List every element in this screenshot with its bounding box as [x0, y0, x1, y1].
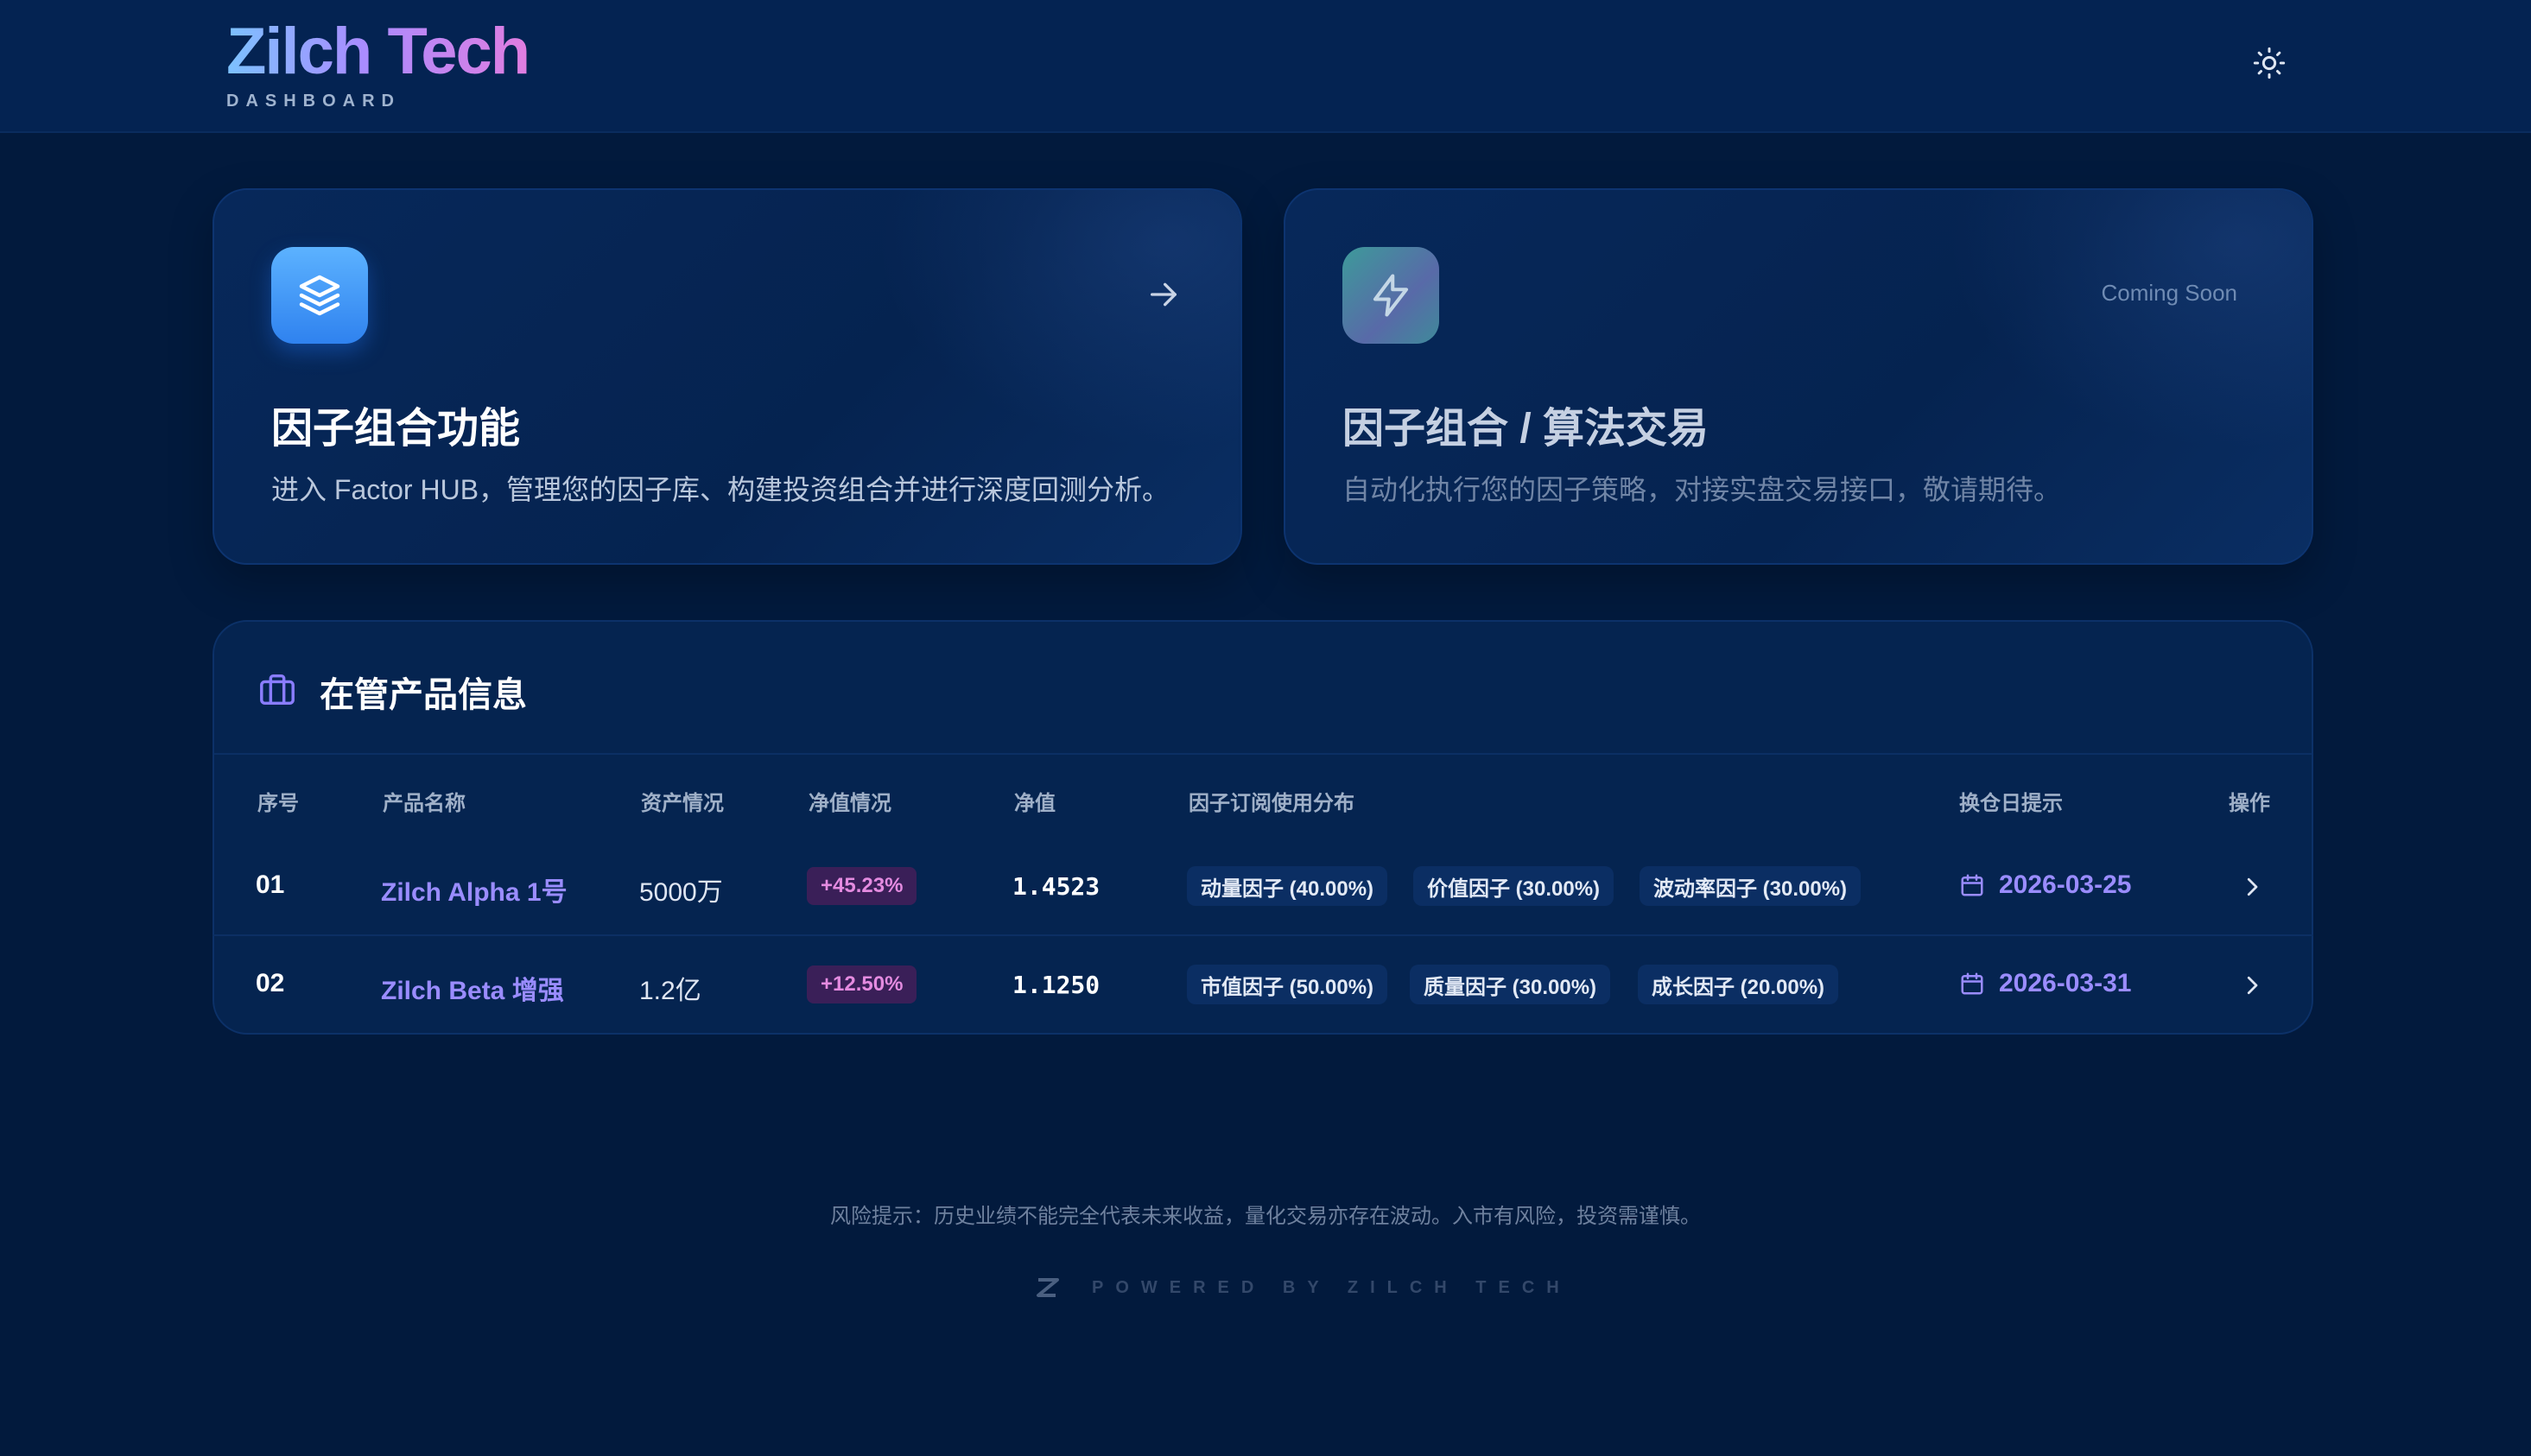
lightning-icon	[1373, 274, 1409, 317]
theme-toggle-button[interactable]	[2246, 40, 2293, 86]
column-header-name: 产品名称	[383, 792, 466, 815]
column-header-factors: 因子订阅使用分布	[1189, 792, 1354, 815]
calendar-icon	[1961, 874, 1983, 896]
powered-by: POWERED BY ZILCH TECH	[1033, 1275, 1571, 1301]
factor-portfolio-card[interactable]: 因子组合功能 进入 Factor HUB，管理您的因子库、构建投资组合并进行深度…	[213, 188, 1242, 565]
calendar-icon	[1961, 972, 1983, 995]
return-badge: +12.50%	[807, 965, 917, 1003]
layers-icon	[299, 275, 340, 316]
factor-tag: 市值因子 (50.00%)	[1187, 965, 1388, 1004]
row-index: 02	[256, 969, 285, 997]
card-title: 因子组合 / 算法交易	[1342, 406, 1710, 452]
risk-notice: 风险提示：历史业绩不能完全代表未来收益，量化交易亦存在波动。入市有风险，投资需谨…	[830, 1205, 1701, 1228]
column-header-assets: 资产情况	[641, 792, 724, 815]
factor-tag: 波动率因子 (30.00%)	[1640, 866, 1862, 906]
panel-title: 在管产品信息	[320, 676, 527, 714]
brand-subtitle: DASHBOARD	[226, 92, 401, 111]
card-description: 进入 Factor HUB，管理您的因子库、构建投资组合并进行深度回测分析。	[271, 474, 1170, 505]
card-icon-tile	[271, 247, 368, 344]
factor-tag: 成长因子 (20.00%)	[1638, 965, 1839, 1004]
nav-value: 1.1250	[1012, 971, 1101, 999]
factor-tag: 质量因子 (30.00%)	[1410, 965, 1611, 1004]
rebalance-date: 2026-03-25	[1999, 870, 2132, 899]
card-glow	[878, 190, 1240, 449]
column-header-return: 净值情况	[809, 792, 891, 815]
column-header-actions: 操作	[2229, 792, 2270, 815]
product-name-link[interactable]: Zilch Beta 增强	[381, 969, 564, 1007]
card-glow	[1949, 190, 2312, 449]
chevron-right-icon[interactable]	[2239, 972, 2265, 998]
row-index: 01	[256, 870, 285, 899]
return-badge: +45.23%	[807, 867, 917, 905]
brand-z-icon	[1037, 1278, 1059, 1297]
column-header-rebalance: 换仓日提示	[1959, 792, 2063, 815]
brand-logo[interactable]: Zilch Tech	[226, 10, 530, 93]
top-header: Zilch Tech DASHBOARD	[0, 0, 2531, 133]
asset-value: 1.2亿	[639, 977, 701, 1005]
product-name-link[interactable]: Zilch Alpha 1号	[381, 870, 568, 908]
powered-by-text: POWERED BY ZILCH TECH	[1092, 1277, 1571, 1297]
panel-header: 在管产品信息	[214, 622, 2312, 755]
arrow-right-icon	[1151, 282, 1177, 307]
card-title: 因子组合功能	[271, 406, 521, 452]
briefcase-icon	[260, 674, 295, 706]
open-factor-hub-button[interactable]	[1142, 273, 1185, 316]
factor-tag: 价值因子 (30.00%)	[1413, 866, 1614, 906]
nav-value: 1.4523	[1012, 872, 1101, 901]
card-icon-tile	[1342, 247, 1439, 344]
factor-tag: 动量因子 (40.00%)	[1187, 866, 1388, 906]
algo-trading-card: Coming Soon 因子组合 / 算法交易 自动化执行您的因子策略，对接实盘…	[1284, 188, 2313, 565]
row-divider	[213, 934, 2313, 936]
asset-value: 5000万	[639, 878, 723, 907]
column-header-index: 序号	[257, 792, 299, 815]
coming-soon-badge: Coming Soon	[2101, 280, 2237, 306]
rebalance-date: 2026-03-31	[1999, 969, 2132, 997]
card-description: 自动化执行您的因子策略，对接实盘交易接口，敬请期待。	[1342, 474, 2062, 505]
chevron-right-icon[interactable]	[2239, 874, 2265, 900]
sun-icon	[2253, 47, 2286, 79]
column-header-nav: 净值	[1014, 792, 1056, 815]
